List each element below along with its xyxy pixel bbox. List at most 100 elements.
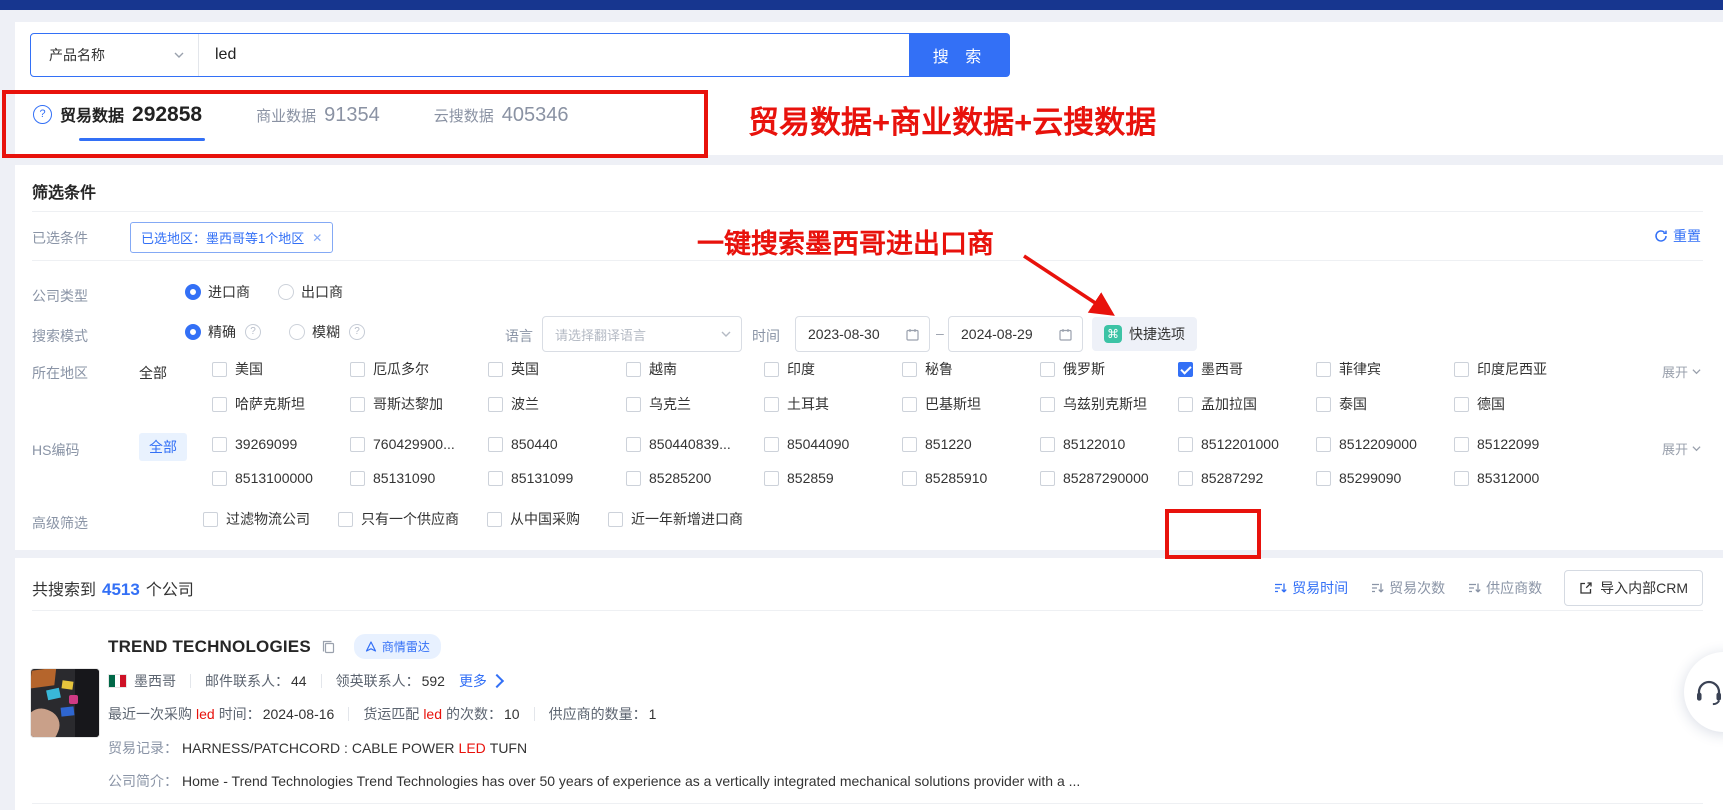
region-checkbox[interactable]: 印度 (764, 359, 902, 379)
checkbox-label: 菲律宾 (1339, 359, 1381, 379)
hs-code-checkbox[interactable]: 39269099 (212, 436, 350, 452)
import-crm-button[interactable]: 导入内部CRM (1564, 570, 1703, 606)
region-checkbox[interactable]: 美国 (212, 359, 350, 379)
hs-code-checkbox[interactable]: 85285910 (902, 470, 1040, 486)
hs-code-checkbox[interactable]: 85287290000 (1040, 470, 1178, 486)
region-checkbox[interactable]: 哈萨克斯坦 (212, 394, 350, 414)
freight-suffix: 的次数： (446, 706, 502, 722)
region-checkbox[interactable]: 越南 (626, 359, 764, 379)
hs-expand-button[interactable]: 展开 (1662, 439, 1701, 458)
hs-code-checkbox[interactable]: 85285200 (626, 470, 764, 486)
selected-region-tag[interactable]: 已选地区：墨西哥等1个地区 ✕ (130, 222, 333, 253)
quick-options-button[interactable]: ⌘ 快捷选项 (1092, 317, 1197, 351)
hs-code-checkbox[interactable]: 850440 (488, 436, 626, 452)
selected-region-tag-text: 已选地区：墨西哥等1个地区 (141, 228, 304, 247)
checkbox-icon (1178, 437, 1193, 452)
region-checkbox[interactable]: 土耳其 (764, 394, 902, 414)
search-mode-radio[interactable]: 精确 ? (185, 322, 261, 342)
region-checkbox[interactable]: 波兰 (488, 394, 626, 414)
date-to-input[interactable]: 2024-08-29 (948, 316, 1083, 352)
chevron-down-icon (1692, 367, 1701, 376)
company-country: 墨西哥 (134, 671, 176, 691)
region-checkbox[interactable]: 乌克兰 (626, 394, 764, 414)
region-checkbox[interactable]: 印度尼西亚 (1454, 359, 1592, 379)
date-from-input[interactable]: 2023-08-30 (795, 316, 930, 352)
close-icon[interactable]: ✕ (312, 231, 322, 245)
hs-code-checkbox[interactable]: 851220 (902, 436, 1040, 452)
region-checkbox[interactable]: 巴基斯坦 (902, 394, 1040, 414)
hs-code-checkbox[interactable]: 85299090 (1316, 470, 1454, 486)
hs-code-checkbox[interactable]: 8512201000 (1178, 436, 1316, 452)
region-expand-button[interactable]: 展开 (1662, 362, 1701, 381)
hs-code-checkbox[interactable]: 760429900... (350, 436, 488, 452)
business-radar-badge[interactable]: 商情雷达 (354, 634, 441, 659)
region-checkbox[interactable]: 秘鲁 (902, 359, 1040, 379)
checkbox-icon (626, 437, 641, 452)
hs-code-checkbox[interactable]: 85131099 (488, 470, 626, 486)
language-label: 语言 (505, 326, 533, 346)
more-button[interactable]: 更多 (459, 671, 502, 691)
chevron-down-icon (721, 329, 731, 339)
company-type-radio[interactable]: 出口商 (278, 282, 343, 302)
data-tab[interactable]: ? 云搜数据 405346 (434, 104, 569, 141)
reset-button[interactable]: 重置 (1654, 226, 1701, 246)
checkbox-label: 越南 (649, 359, 677, 379)
hs-code-checkbox[interactable]: 8512209000 (1316, 436, 1454, 452)
advanced-checkbox[interactable]: 只有一个供应商 (338, 509, 459, 529)
hs-code-checkbox[interactable]: 850440839... (626, 436, 764, 452)
hs-code-checkbox[interactable]: 8513100000 (212, 470, 350, 486)
region-checkbox[interactable]: 德国 (1454, 394, 1592, 414)
hs-code-checkbox[interactable]: 852859 (764, 470, 902, 486)
company-info-row: 墨西哥 邮件联系人： 44 领英联系人： 592 更多 (108, 671, 502, 691)
copy-icon[interactable] (321, 639, 336, 654)
hs-code-checkbox[interactable]: 85122099 (1454, 436, 1592, 452)
search-button[interactable]: 搜 索 (910, 33, 1010, 77)
filter-panel-title: 筛选条件 (32, 179, 96, 203)
hs-all-button[interactable]: 全部 (139, 433, 187, 461)
checkbox-icon (764, 397, 779, 412)
company-thumbnail[interactable] (30, 668, 100, 738)
advanced-checkbox[interactable]: 过滤物流公司 (203, 509, 310, 529)
region-checkbox[interactable]: 孟加拉国 (1178, 394, 1316, 414)
data-tab[interactable]: ? 贸易数据 292858 (33, 102, 202, 141)
email-contacts-value: 44 (291, 673, 307, 689)
region-checkbox[interactable]: 菲律宾 (1316, 359, 1454, 379)
region-checkbox[interactable]: 乌兹别克斯坦 (1040, 394, 1178, 414)
hs-code-checkbox[interactable]: 85312000 (1454, 470, 1592, 486)
tab-count: 91354 (324, 104, 380, 127)
region-checkbox[interactable]: 泰国 (1316, 394, 1454, 414)
checkbox-label: 哈萨克斯坦 (235, 394, 305, 414)
sort-option[interactable]: 贸易时间 (1273, 578, 1348, 598)
region-checkbox[interactable]: 英国 (488, 359, 626, 379)
tab-label: 云搜数据 (434, 105, 494, 126)
sort-option[interactable]: 贸易次数 (1370, 578, 1445, 598)
region-checkbox[interactable]: 厄瓜多尔 (350, 359, 488, 379)
linkedin-contacts-value: 592 (422, 673, 445, 689)
checkbox-label: 印度 (787, 359, 815, 379)
hs-code-checkbox[interactable]: 85131090 (350, 470, 488, 486)
divider (534, 707, 535, 721)
hs-code-checkbox[interactable]: 85122010 (1040, 436, 1178, 452)
data-tab[interactable]: ? 商业数据 91354 (256, 104, 380, 141)
search-mode-radio[interactable]: 模糊 ? (289, 322, 365, 342)
company-name[interactable]: TREND TECHNOLOGIES (108, 637, 311, 657)
checkbox-icon (488, 471, 503, 486)
more-label: 更多 (459, 671, 487, 691)
region-checkbox[interactable]: 哥斯达黎加 (350, 394, 488, 414)
checkbox-label: 乌兹别克斯坦 (1063, 394, 1147, 414)
sort-option[interactable]: 供应商数 (1467, 578, 1542, 598)
hs-code-checkbox[interactable]: 85044090 (764, 436, 902, 452)
tab-count: 292858 (132, 103, 202, 127)
advanced-options: 过滤物流公司 只有一个供应商 从中国采购 近一年新增进口商 (203, 509, 743, 529)
region-checkbox[interactable]: 墨西哥 (1178, 359, 1316, 379)
advanced-checkbox[interactable]: 近一年新增进口商 (608, 509, 743, 529)
search-category-select[interactable]: 产品名称 (31, 34, 199, 76)
region-checkbox[interactable]: 俄罗斯 (1040, 359, 1178, 379)
advanced-checkbox[interactable]: 从中国采购 (487, 509, 580, 529)
hs-code-checkbox[interactable]: 85287292 (1178, 470, 1316, 486)
language-select[interactable]: 请选择翻译语言 (542, 316, 742, 352)
trade-search-page: 产品名称 搜 索 ? 贸易数据 292858 ? 商业数据 91354 ? 云搜… (0, 0, 1723, 810)
region-all-button[interactable]: 全部 (139, 363, 167, 383)
company-type-radio[interactable]: 进口商 (185, 282, 250, 302)
search-input[interactable] (199, 34, 909, 76)
